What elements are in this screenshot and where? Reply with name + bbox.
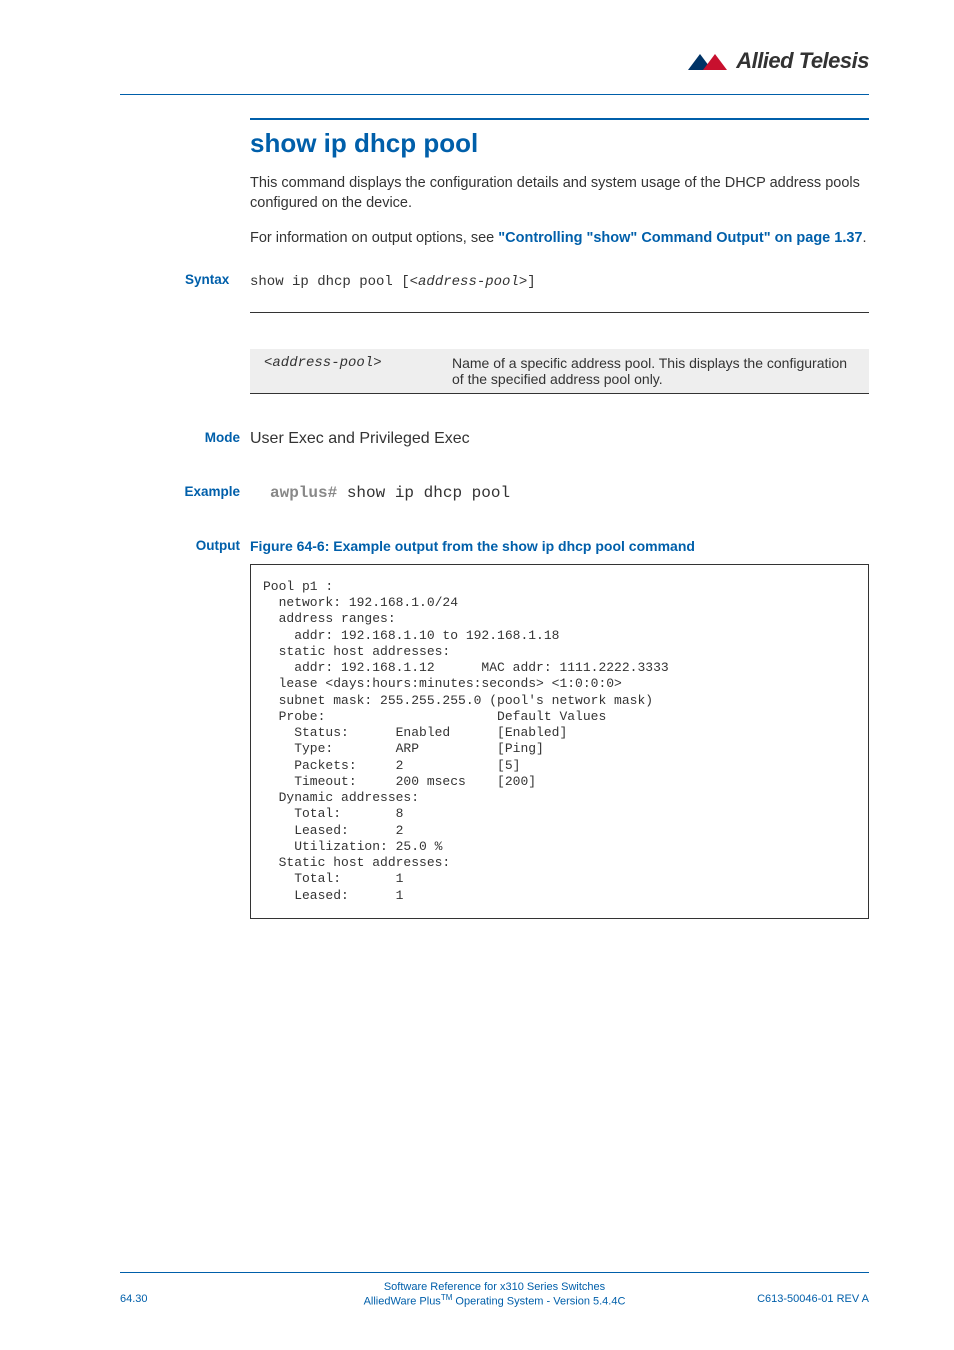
code-output: Pool p1 : network: 192.168.1.0/24 addres… (250, 564, 869, 919)
page-footer: Software Reference for x310 Series Switc… (120, 1272, 869, 1308)
syntax-section: Syntax show ip dhcp pool [<address-pool>… (250, 272, 869, 394)
example-inner: awplus# show ip dhcp pool (270, 484, 869, 502)
footer-doc-rev: C613-50046-01 REV A (757, 1293, 869, 1305)
xref-pre: For information on output options, see (250, 230, 498, 246)
xref-link[interactable]: "Controlling "show" Command Output" on p… (498, 230, 862, 246)
syntax-param: address-pool (418, 274, 519, 290)
intro-paragraph: This command displays the configuration … (250, 173, 869, 214)
example-section: Example awplus# show ip dhcp pool (250, 484, 869, 502)
footer-version: Operating System - Version 5.4.4C (452, 1296, 625, 1308)
footer-line1: Software Reference for x310 Series Switc… (120, 1281, 869, 1293)
footer-page-number: 64.30 (120, 1293, 148, 1305)
cli-prompt: awplus# (270, 484, 337, 502)
example-label: Example (120, 484, 240, 499)
figure-caption: Figure 64-6: Example output from the sho… (250, 538, 869, 554)
xref-paragraph: For information on output options, see "… (250, 228, 869, 248)
syntax-pre: show ip dhcp pool [< (250, 274, 418, 290)
header-rule (120, 94, 869, 95)
main-content: show ip dhcp pool This command displays … (250, 118, 869, 919)
output-section: Output Figure 64-6: Example output from … (250, 538, 869, 919)
page: Allied Telesis show ip dhcp pool This co… (0, 0, 954, 1350)
mode-text: User Exec and Privileged Exec (250, 430, 470, 447)
output-label: Output (120, 538, 240, 553)
table-row: <address-pool> Name of a specific addres… (250, 349, 869, 394)
syntax-post: >] (519, 274, 536, 290)
tm-mark: TM (441, 1293, 453, 1302)
parameter-table: <address-pool> Name of a specific addres… (250, 312, 869, 394)
syntax-label: Syntax (185, 272, 229, 287)
syntax-command: show ip dhcp pool [<address-pool>] (250, 274, 536, 290)
param-name: <address-pool> (250, 349, 438, 394)
brand-text: Allied Telesis (736, 48, 869, 73)
page-title: show ip dhcp pool (250, 128, 869, 159)
brand-mark-icon (688, 52, 732, 72)
title-rule (250, 118, 869, 120)
cli-command: show ip dhcp pool (337, 484, 510, 502)
xref-post: . (863, 230, 867, 246)
param-desc: Name of a specific address pool. This di… (438, 349, 869, 394)
mode-section: Mode User Exec and Privileged Exec (250, 430, 869, 448)
mode-label: Mode (120, 430, 240, 445)
brand-logo: Allied Telesis (688, 48, 869, 74)
footer-product: AlliedWare Plus (364, 1296, 441, 1308)
